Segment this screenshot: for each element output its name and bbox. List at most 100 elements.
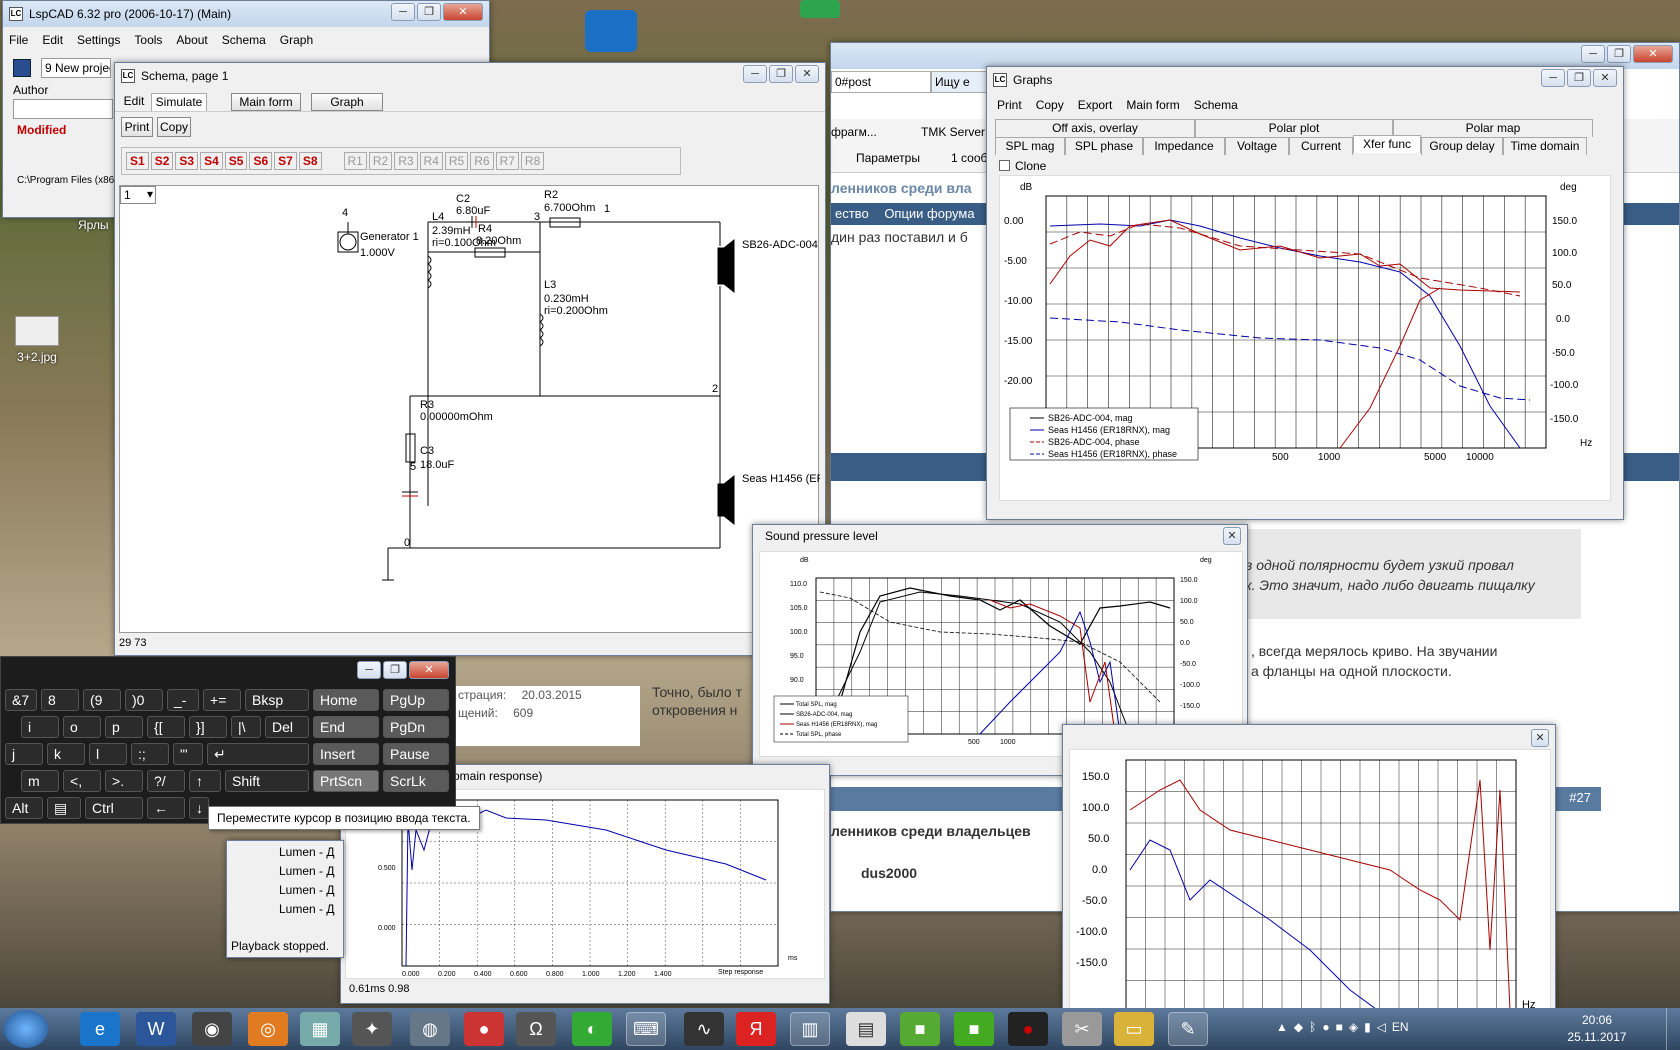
tab-xfer-func[interactable]: Xfer func (1353, 135, 1421, 153)
toolbar-tmk-server[interactable]: TMK Server (921, 125, 985, 139)
tab-spl-mag[interactable]: SPL mag (995, 137, 1065, 155)
post-number[interactable]: #27 (1569, 790, 1591, 805)
key-quote[interactable]: "' (173, 743, 203, 765)
r2-button[interactable]: R2 (368, 152, 393, 170)
forum-options-menu[interactable]: Опции форума (884, 206, 974, 221)
key-0[interactable]: )0 (125, 689, 163, 711)
key-8[interactable]: 8 (41, 689, 79, 711)
schema-graph-button[interactable]: Graph (311, 93, 383, 111)
s6-button[interactable]: S6 (249, 152, 273, 170)
r1-button[interactable]: R1 (343, 152, 367, 170)
start-button[interactable] (4, 1010, 48, 1048)
app-icon[interactable]: ◍ (410, 1012, 450, 1046)
lspcad-icon[interactable]: ▥ (790, 1012, 830, 1046)
folder-icon[interactable]: ▭ (1114, 1012, 1154, 1046)
alien-icon[interactable]: ✦ (352, 1012, 392, 1046)
maximize-button[interactable]: ❐ (417, 3, 441, 21)
tab-time-domain[interactable]: Time domain (1503, 137, 1587, 155)
close-button[interactable]: ✕ (1223, 527, 1241, 545)
key-up[interactable]: ↑ (189, 770, 221, 792)
key-9[interactable]: (9 (83, 689, 121, 711)
menu-about[interactable]: About (176, 33, 207, 47)
minimize-button[interactable]: ─ (743, 65, 767, 83)
volume-icon[interactable]: ◁ (1377, 1020, 1386, 1038)
maximize-button[interactable]: ❐ (769, 65, 793, 83)
key-m[interactable]: m (21, 770, 59, 792)
chrome-icon[interactable]: ◐ (572, 1012, 612, 1046)
toolbar-params[interactable]: Параметры (856, 151, 920, 165)
desktop-icon-shortcut[interactable]: Ярлы (78, 218, 109, 232)
app-icon[interactable]: ◎ (248, 1012, 288, 1046)
bluetooth-icon[interactable]: ᛒ (1309, 1020, 1316, 1038)
maximize-button[interactable]: ❐ (1607, 45, 1631, 63)
playlist-item[interactable]: Lumen - Д (279, 845, 334, 859)
language-icon[interactable]: EN (1392, 1020, 1409, 1038)
monitor-icon[interactable]: ∿ (684, 1012, 724, 1046)
key-menu[interactable]: ▤ (47, 797, 81, 819)
author-field[interactable] (13, 99, 113, 119)
r5-button[interactable]: R5 (444, 152, 469, 170)
paint-icon[interactable]: ✎ (1168, 1012, 1208, 1046)
s5-button[interactable]: S5 (224, 152, 248, 170)
r6-button[interactable]: R6 (470, 152, 494, 170)
key-k[interactable]: k (47, 743, 85, 765)
key-p[interactable]: p (105, 716, 143, 738)
key-pause[interactable]: Pause (383, 743, 449, 765)
tray-icon[interactable]: ◈ (1349, 1020, 1358, 1038)
close-button[interactable]: ✕ (1633, 45, 1673, 63)
app-icon[interactable]: ● (464, 1012, 504, 1046)
r8-button[interactable]: R8 (520, 152, 545, 170)
key-insert[interactable]: Insert (313, 743, 379, 765)
desktop-icon-image[interactable]: 3+2.jpg (12, 316, 62, 364)
menu-schema[interactable]: Schema (1194, 98, 1238, 112)
s7-button[interactable]: S7 (274, 152, 297, 170)
key-l[interactable]: l (89, 743, 127, 765)
key-shift[interactable]: Shift (225, 770, 309, 792)
r4-button[interactable]: R4 (419, 152, 443, 170)
forum-headline[interactable]: ленников среди вла (831, 180, 972, 196)
save-icon[interactable] (13, 59, 31, 77)
minecraft-icon[interactable]: ■ (900, 1012, 940, 1046)
menu-copy[interactable]: Copy (1036, 98, 1064, 112)
playlist-item[interactable]: Lumen - Д (279, 902, 334, 916)
key-bracket-right[interactable]: }] (189, 716, 227, 738)
tray-icon[interactable]: ▲ (1276, 1020, 1288, 1038)
tab-impedance[interactable]: Impedance (1143, 137, 1225, 155)
schema-main-form-button[interactable]: Main form (231, 93, 301, 111)
menu-print[interactable]: Print (997, 98, 1022, 112)
tab-voltage[interactable]: Voltage (1225, 137, 1289, 155)
maximize-button[interactable]: ❐ (383, 661, 407, 679)
key-left[interactable]: ← (147, 797, 185, 819)
schema-menu-simulate[interactable]: Simulate (151, 93, 207, 111)
key-enter[interactable]: ↵ (207, 743, 309, 765)
key-del[interactable]: Del (265, 716, 309, 738)
close-button[interactable]: ✕ (1593, 69, 1617, 87)
key-comma[interactable]: <, (63, 770, 101, 792)
minimize-button[interactable]: ─ (357, 661, 381, 679)
s2-button[interactable]: S2 (150, 152, 174, 170)
copy-button[interactable]: Copy (157, 117, 191, 137)
r7-button[interactable]: R7 (495, 152, 519, 170)
word-icon[interactable]: W (136, 1012, 176, 1046)
close-button[interactable]: ✕ (409, 661, 449, 679)
r3-button[interactable]: R3 (394, 152, 418, 170)
key-down[interactable]: ↓ (189, 797, 209, 819)
tray-icon[interactable]: ◆ (1294, 1020, 1303, 1038)
key-home[interactable]: Home (313, 689, 379, 711)
maximize-button[interactable]: ❐ (1567, 69, 1591, 87)
document-icon[interactable]: ▤ (846, 1012, 886, 1046)
tab-polar-map[interactable]: Polar map (1393, 119, 1593, 137)
tray-icon[interactable]: ■ (1336, 1020, 1343, 1038)
playlist-item[interactable]: Lumen - Д (279, 883, 334, 897)
close-button[interactable]: ✕ (795, 65, 819, 83)
project-select[interactable]: 9 New project (41, 58, 111, 78)
key-o[interactable]: o (63, 716, 101, 738)
key-alt[interactable]: Alt (5, 797, 43, 819)
playlist-item[interactable]: Lumen - Д (279, 864, 334, 878)
desktop-app-icon[interactable] (800, 0, 840, 18)
toolbar-fragment[interactable]: фрагм... (831, 125, 877, 139)
menu-schema[interactable]: Schema (222, 33, 266, 47)
username[interactable]: dus2000 (861, 865, 917, 881)
tray-icon[interactable]: ● (1322, 1020, 1329, 1038)
menu-graph[interactable]: Graph (280, 33, 313, 47)
